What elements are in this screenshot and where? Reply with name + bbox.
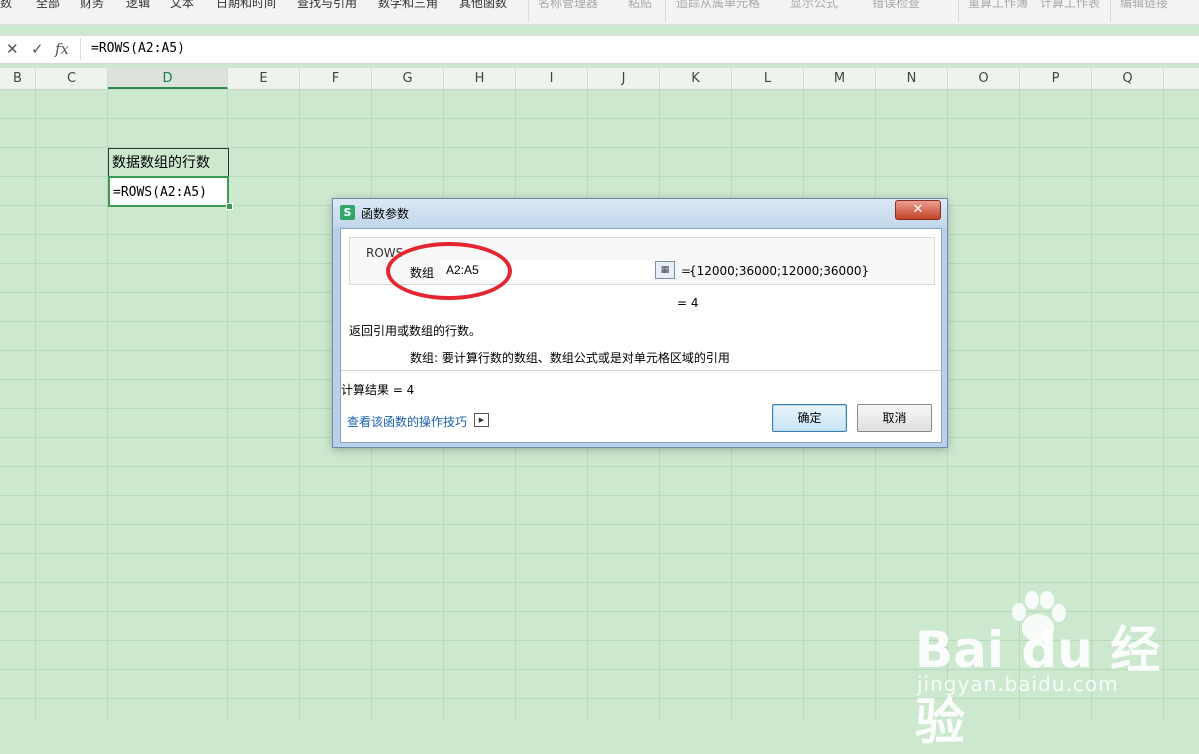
arg-description: 数组: 要计算行数的数组、数组公式或是对单元格区域的引用: [410, 351, 730, 365]
inline-result: = 4: [677, 296, 699, 310]
column-header-b[interactable]: B: [0, 68, 36, 89]
ribbon-toolbar: 数 全部 财务 逻辑 文本 日期和时间 查找与引用 数学和三角 其他函数 名称管…: [0, 0, 1199, 25]
column-header-p[interactable]: P: [1020, 68, 1092, 89]
divider: [341, 370, 941, 371]
ribbon-item[interactable]: 粘贴: [628, 0, 652, 12]
ribbon-item[interactable]: 其他函数: [459, 0, 507, 12]
column-header-g[interactable]: G: [372, 68, 444, 89]
column-header-i[interactable]: I: [516, 68, 588, 89]
ribbon-item[interactable]: 日期和时间: [216, 0, 276, 12]
column-header-f[interactable]: F: [300, 68, 372, 89]
range-select-icon[interactable]: ▦: [655, 261, 675, 279]
close-icon[interactable]: ✕: [6, 40, 19, 58]
ribbon-item[interactable]: 编辑链接: [1120, 0, 1168, 12]
close-button[interactable]: ✕: [895, 200, 941, 220]
column-header-q[interactable]: Q: [1092, 68, 1164, 89]
grid-vline: [299, 90, 300, 720]
column-header-l[interactable]: L: [732, 68, 804, 89]
ribbon-item[interactable]: 数学和三角: [378, 0, 438, 12]
ribbon-item[interactable]: 数: [0, 0, 12, 12]
ribbon-item[interactable]: 重算工作簿: [968, 0, 1028, 12]
ribbon-item[interactable]: 错误检查: [872, 0, 920, 12]
cell-d4[interactable]: 数据数组的行数: [108, 148, 229, 176]
column-header-n[interactable]: N: [876, 68, 948, 89]
watermark-url: jingyan.baidu.com: [917, 672, 1119, 696]
ribbon-item[interactable]: 全部: [36, 0, 60, 12]
dialog-title: 函数参数: [361, 207, 410, 221]
column-header-e[interactable]: E: [228, 68, 300, 89]
ok-button[interactable]: 确定: [772, 404, 847, 432]
ribbon-separator: [958, 0, 959, 22]
ribbon-separator: [528, 0, 529, 22]
cell-d5-selected[interactable]: =ROWS(A2:A5): [108, 176, 229, 207]
function-description: 返回引用或数组的行数。: [349, 324, 482, 338]
video-icon[interactable]: ▶: [474, 413, 489, 427]
column-header-d[interactable]: D: [108, 68, 228, 89]
formula-input[interactable]: =ROWS(A2:A5): [80, 38, 1199, 60]
ribbon-separator: [1110, 0, 1111, 22]
check-icon[interactable]: ✓: [31, 40, 44, 58]
fill-handle[interactable]: [226, 203, 233, 210]
column-header-m[interactable]: M: [804, 68, 876, 89]
ribbon-item[interactable]: 查找与引用: [297, 0, 357, 12]
column-header-j[interactable]: J: [588, 68, 660, 89]
ribbon-item[interactable]: 计算工作表: [1040, 0, 1100, 12]
wps-app-icon: S: [340, 205, 355, 220]
fx-icon[interactable]: fx: [55, 40, 69, 58]
column-header-o[interactable]: O: [948, 68, 1020, 89]
function-arguments-dialog: S 函数参数 ✕ ROWS 数组 ▦ = {12000;36000;12000;…: [332, 198, 948, 448]
column-header-k[interactable]: K: [660, 68, 732, 89]
ribbon-item[interactable]: 名称管理器: [538, 0, 598, 12]
ribbon-item[interactable]: 追踪从属单元格: [676, 0, 760, 12]
ribbon-separator: [665, 0, 666, 22]
column-header-c[interactable]: C: [36, 68, 108, 89]
ribbon-item[interactable]: 文本: [170, 0, 194, 12]
ribbon-item[interactable]: 逻辑: [126, 0, 150, 12]
calc-result: 计算结果 = 4: [341, 383, 415, 397]
cancel-button[interactable]: 取消: [857, 404, 932, 432]
column-header-bar: BCDEFGHIJKLMNOPQ: [0, 68, 1199, 90]
ribbon-item[interactable]: 财务: [80, 0, 104, 12]
baidu-watermark: Bai du 经验 jingyan.baidu.com: [915, 588, 1195, 751]
ribbon-item[interactable]: 显示公式: [790, 0, 838, 12]
column-header-h[interactable]: H: [444, 68, 516, 89]
dialog-title-bar[interactable]: S 函数参数 ✕: [333, 199, 947, 227]
grid-vline: [35, 90, 36, 720]
arg-evaluated-value: {12000;36000;12000;36000}: [689, 264, 870, 278]
help-link[interactable]: 查看该函数的操作技巧: [347, 413, 467, 430]
formula-bar: ✕ ✓ fx =ROWS(A2:A5): [0, 35, 1199, 64]
annotation-ellipse: [386, 242, 512, 300]
